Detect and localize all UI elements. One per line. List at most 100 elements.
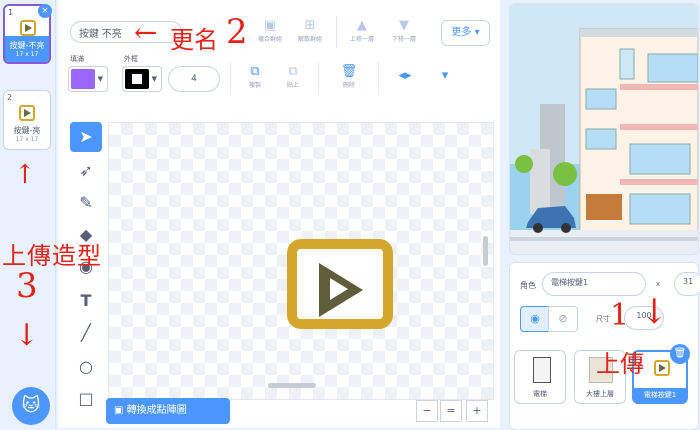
group-icon: ▣ — [263, 18, 277, 33]
canvas-horizontal-scrollbar[interactable] — [268, 383, 316, 388]
choose-costume-button[interactable]: 🐱 — [12, 387, 50, 425]
sprite-name-input[interactable]: 電梯按鍵1 — [542, 272, 646, 296]
copy-label: 複製 — [248, 82, 261, 89]
zoom-out-button[interactable]: − — [416, 400, 438, 422]
copy-button[interactable]: ⧉ 複製 — [240, 64, 270, 89]
annotation-arrow-down-right: ↓ — [640, 292, 669, 332]
costume-list: 1 按鍵-不亮 17 x 17 × 2 按鍵-亮 17 x 17 — [0, 0, 56, 428]
delete-button[interactable]: 🗑 刪除 — [334, 64, 364, 89]
fill-color-picker[interactable]: ▼ — [68, 66, 108, 92]
text-icon: T — [80, 291, 92, 310]
cat-icon: 🐱 — [21, 395, 41, 416]
reshape-icon: ➶ — [79, 161, 93, 180]
arrow-down-icon: ▼ — [399, 18, 409, 33]
play-button-thumbnail — [654, 360, 670, 376]
arrow-up-icon: ▲ — [357, 18, 367, 33]
zoom-in-button[interactable]: + — [466, 400, 488, 422]
eye-icon: ◉ — [530, 312, 540, 325]
annotation-step-3: 3 — [16, 266, 38, 306]
paste-label: 貼上 — [286, 82, 299, 89]
zoom-reset-icon: = — [446, 404, 456, 417]
ungroup-button[interactable]: ⊞ 解散群組 — [292, 18, 328, 43]
annotation-upload: 上傳 — [596, 350, 644, 378]
paste-button[interactable]: ⧉ 貼上 — [278, 64, 308, 89]
annotation-step-2: 2 — [226, 12, 248, 52]
convert-to-bitmap-button[interactable]: ▣ 轉換成點陣圖 — [106, 398, 230, 424]
costume-thumbnail — [19, 105, 35, 121]
group-button[interactable]: ▣ 複合群組 — [252, 18, 288, 43]
brush-icon: ✎ — [79, 193, 93, 212]
outline-label: 外框 — [124, 55, 138, 63]
costume-number: 1 — [8, 8, 14, 17]
copy-icon: ⧉ — [250, 64, 260, 79]
text-tool[interactable]: T — [70, 286, 102, 316]
sprite-card[interactable]: 電梯 — [514, 350, 566, 404]
circle-icon: ○ — [79, 357, 93, 376]
costume-thumbnail — [20, 20, 36, 36]
caret-down-icon: ▼ — [151, 75, 157, 83]
backward-label: 下移一層 — [391, 36, 416, 43]
canvas-vertical-scrollbar[interactable] — [483, 236, 488, 266]
flip-vertical-icon: ▾ — [441, 68, 449, 83]
trash-icon: 🗑 — [340, 64, 358, 79]
stage-scene — [510, 4, 698, 254]
brush-tool[interactable]: ✎ — [70, 188, 102, 218]
more-button[interactable]: 更多 ▾ — [441, 20, 490, 46]
costume-name: 按鍵-不亮 — [9, 41, 45, 50]
flip-horizontal-icon: ◂▸ — [398, 68, 412, 83]
backward-button[interactable]: ▼ 下移一層 — [386, 18, 422, 43]
forward-label: 上移一層 — [349, 36, 374, 43]
rectangle-tool[interactable]: □ — [70, 384, 102, 414]
ungroup-icon: ⊞ — [304, 18, 316, 33]
costume-name: 按鍵-亮 — [13, 126, 41, 135]
line-icon: ╱ — [81, 323, 91, 342]
annotation-arrow-up: ↑ — [14, 160, 36, 190]
zoom-in-icon: + — [472, 404, 482, 417]
delete-label: 刪除 — [342, 82, 355, 89]
costume-size: 17 x 17 — [15, 136, 39, 143]
elevator-thumbnail — [533, 357, 551, 383]
sprite-card-name: 大樓上層 — [586, 390, 614, 398]
reshape-tool[interactable]: ➶ — [70, 156, 102, 186]
flip-horizontal-button[interactable]: ◂▸ — [394, 68, 416, 84]
group-label: 複合群組 — [257, 36, 282, 43]
cursor-icon: ➤ — [79, 127, 93, 146]
convert-label: 轉換成點陣圖 — [126, 405, 187, 416]
annotation-arrow-left: ← — [134, 16, 158, 49]
circle-tool[interactable]: ○ — [70, 352, 102, 382]
x-label: x — [656, 280, 661, 288]
annotation-rename: 更名 — [170, 26, 218, 54]
show-sprite-button[interactable]: ◉ — [520, 306, 550, 332]
outline-width-input[interactable]: 4 — [168, 66, 220, 92]
select-tool[interactable]: ➤ — [70, 122, 102, 152]
ungroup-label: 解散群組 — [297, 36, 322, 43]
eye-off-icon: ⊘ — [558, 312, 568, 325]
annotation-step-1: 1 — [610, 298, 630, 333]
rectangle-icon: □ — [78, 389, 94, 408]
fill-label: 填滿 — [70, 55, 84, 63]
delete-sprite-icon[interactable]: 🗑 — [670, 344, 690, 364]
paste-icon: ⧉ — [288, 64, 298, 79]
play-button-graphic[interactable] — [287, 239, 393, 329]
costume-number: 2 — [7, 93, 13, 102]
costume-name-input[interactable] — [70, 21, 182, 43]
costume-size: 17 x 17 — [15, 51, 39, 58]
sprite-label: 角色 — [520, 281, 536, 290]
hide-sprite-button[interactable]: ⊘ — [548, 306, 578, 332]
flip-vertical-button[interactable]: ▾ — [434, 68, 456, 84]
zoom-reset-button[interactable]: = — [440, 400, 462, 422]
sprite-card-name: 電梯 — [533, 390, 547, 398]
delete-costume-icon[interactable]: × — [38, 4, 52, 18]
line-tool[interactable]: ╱ — [70, 318, 102, 348]
forward-button[interactable]: ▲ 上移一層 — [344, 18, 380, 43]
annotation-arrow-down: ↓ — [14, 318, 40, 353]
chevron-down-icon: ▾ — [474, 27, 480, 38]
size-label: 尺寸 — [596, 315, 610, 323]
costume-item-2[interactable]: 2 按鍵-亮 17 x 17 — [3, 90, 51, 150]
caret-down-icon: ▼ — [97, 75, 103, 83]
more-label: 更多 — [451, 27, 472, 38]
stage[interactable] — [509, 3, 699, 255]
outline-color-picker[interactable]: ▼ — [122, 66, 162, 92]
image-icon: ▣ — [114, 405, 124, 416]
x-input[interactable]: 31 — [674, 272, 700, 296]
